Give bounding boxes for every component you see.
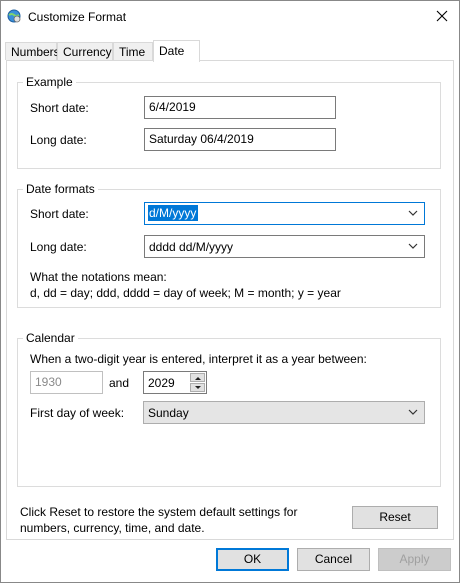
first-day-label: First day of week: <box>30 406 125 420</box>
short-date-format-value[interactable]: d/M/yyyy <box>148 205 199 221</box>
spin-down-icon <box>195 386 201 389</box>
globe-settings-icon <box>7 9 21 23</box>
spin-buttons <box>190 373 205 392</box>
to-year-value[interactable]: 2029 <box>148 376 175 390</box>
first-day-value[interactable]: Sunday <box>148 406 189 420</box>
reset-text-line2: numbers, currency, time, and date. <box>20 521 205 535</box>
notation-text: d, dd = day; ddd, dddd = day of week; M … <box>30 286 341 300</box>
example-long-label: Long date: <box>30 133 87 147</box>
and-label: and <box>109 376 130 390</box>
long-date-format-label: Long date: <box>30 240 87 254</box>
calendar-group-title: Calendar <box>23 331 78 345</box>
short-date-format-label: Short date: <box>30 207 89 221</box>
customize-format-dialog: Customize Format Numbers Currency Time D… <box>0 0 460 583</box>
chevron-down-icon[interactable] <box>408 408 418 416</box>
short-date-format-combo[interactable]: d/M/yyyy <box>144 202 425 225</box>
example-short-label: Short date: <box>30 101 89 115</box>
first-day-combo[interactable]: Sunday <box>143 401 425 424</box>
tab-currency[interactable]: Currency <box>57 42 113 60</box>
spin-up-icon <box>195 377 201 380</box>
chevron-down-icon[interactable] <box>408 242 418 250</box>
close-button[interactable] <box>425 1 459 31</box>
reset-text-line1: Click Reset to restore the system defaul… <box>20 505 298 519</box>
ok-button[interactable]: OK <box>216 548 289 571</box>
tab-date[interactable]: Date <box>153 40 200 62</box>
date-formats-group: Date formats Short date: d/M/yyyy Long d… <box>17 182 441 308</box>
apply-button[interactable]: Apply <box>378 548 451 571</box>
close-icon <box>436 10 448 22</box>
calendar-group: Calendar When a two-digit year is entere… <box>17 331 441 487</box>
cancel-button[interactable]: Cancel <box>297 548 370 571</box>
tab-time[interactable]: Time <box>113 42 153 60</box>
to-year-spinner[interactable]: 2029 <box>143 371 207 394</box>
window-title: Customize Format <box>28 10 127 24</box>
notation-title: What the notations mean: <box>30 270 167 284</box>
tab-numbers[interactable]: Numbers <box>5 42 60 60</box>
example-short-value: 6/4/2019 <box>144 96 336 119</box>
long-date-format-value[interactable]: dddd dd/M/yyyy <box>149 240 233 254</box>
chevron-down-icon[interactable] <box>408 209 418 217</box>
date-formats-group-title: Date formats <box>23 182 98 196</box>
example-group-title: Example <box>23 75 76 89</box>
tab-content: Example Short date: 6/4/2019 Long date: … <box>6 60 454 540</box>
two-digit-year-text: When a two-digit year is entered, interp… <box>30 352 367 366</box>
example-long-value: Saturday 06/4/2019 <box>144 128 336 151</box>
long-date-format-combo[interactable]: dddd dd/M/yyyy <box>144 235 425 258</box>
example-group: Example Short date: 6/4/2019 Long date: … <box>17 75 441 169</box>
title-bar: Customize Format <box>1 1 459 33</box>
spin-up-button[interactable] <box>190 373 205 382</box>
from-year-field: 1930 <box>30 371 103 394</box>
reset-button[interactable]: Reset <box>352 506 438 529</box>
spin-down-button[interactable] <box>190 383 205 392</box>
